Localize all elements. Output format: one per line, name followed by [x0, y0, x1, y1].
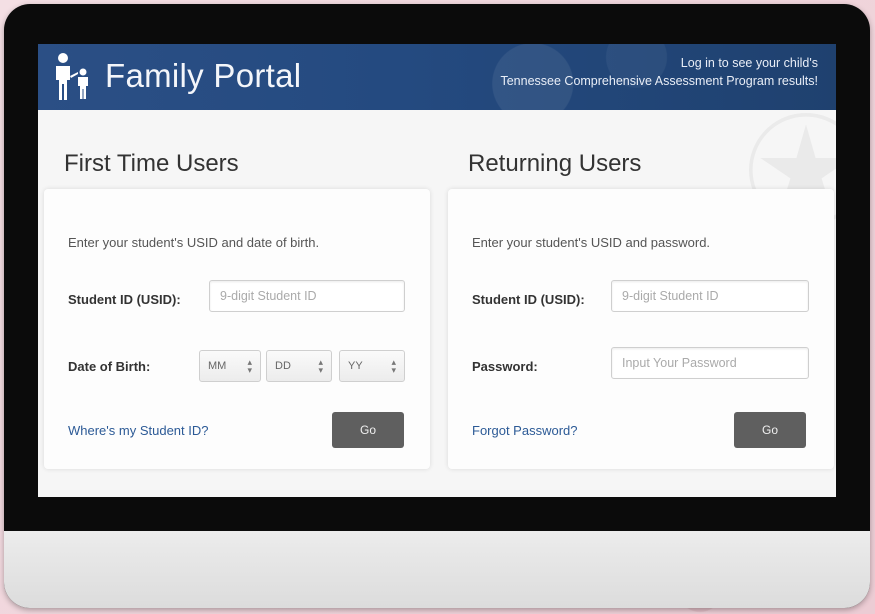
forgot-password-link[interactable]: Forgot Password?	[472, 423, 578, 438]
select-arrows-icon: ▴ ▾	[247, 357, 252, 375]
tagline-line-1: Log in to see your child's	[680, 56, 818, 70]
header-banner: Family Portal Log in to see your child's…	[38, 44, 836, 110]
returning-student-id-input[interactable]	[611, 280, 809, 312]
screen: Family Portal Log in to see your child's…	[38, 44, 836, 497]
returning-instructions: Enter your student's USID and password.	[472, 235, 711, 250]
password-label: Password:	[472, 359, 538, 374]
returning-student-id-label: Student ID (USID):	[472, 292, 585, 307]
first-time-instructions: Enter your student's USID and date of bi…	[68, 235, 320, 250]
dob-year-select[interactable]: YY ▴ ▾	[339, 350, 405, 382]
month-value: MM	[208, 360, 227, 372]
page-title: Family Portal	[105, 57, 302, 94]
select-arrows-icon: ▴ ▾	[391, 357, 396, 375]
banner-tagline: Log in to see your child's Tennessee Com…	[500, 54, 818, 90]
first-time-student-id-input[interactable]	[209, 280, 405, 312]
first-time-go-button[interactable]: Go	[332, 412, 404, 448]
dob-day-select[interactable]: DD ▴ ▾	[266, 350, 332, 382]
returning-go-button[interactable]: Go	[734, 412, 806, 448]
dob-label: Date of Birth:	[68, 359, 151, 374]
year-value: YY	[348, 360, 363, 372]
login-content: First Time Users Returning Users Enter y…	[38, 110, 836, 497]
dob-month-select[interactable]: MM ▴ ▾	[199, 350, 261, 382]
monitor-frame: Family Portal Log in to see your child's…	[4, 4, 870, 608]
student-id-label: Student ID (USID):	[68, 292, 181, 307]
select-arrows-icon: ▴ ▾	[318, 357, 323, 375]
first-time-card: Enter your student's USID and date of bi…	[44, 189, 430, 469]
monitor-chin	[4, 531, 870, 608]
wheres-my-student-id-link[interactable]: Where's my Student ID?	[68, 423, 208, 438]
returning-heading: Returning Users	[468, 150, 642, 177]
tagline-line-2: Tennessee Comprehensive Assessment Progr…	[500, 74, 818, 88]
returning-card: Enter your student's USID and password. …	[448, 189, 834, 469]
password-input[interactable]	[611, 347, 809, 379]
parent-child-icon	[56, 53, 88, 100]
first-time-heading: First Time Users	[64, 150, 239, 177]
day-value: DD	[275, 360, 291, 372]
